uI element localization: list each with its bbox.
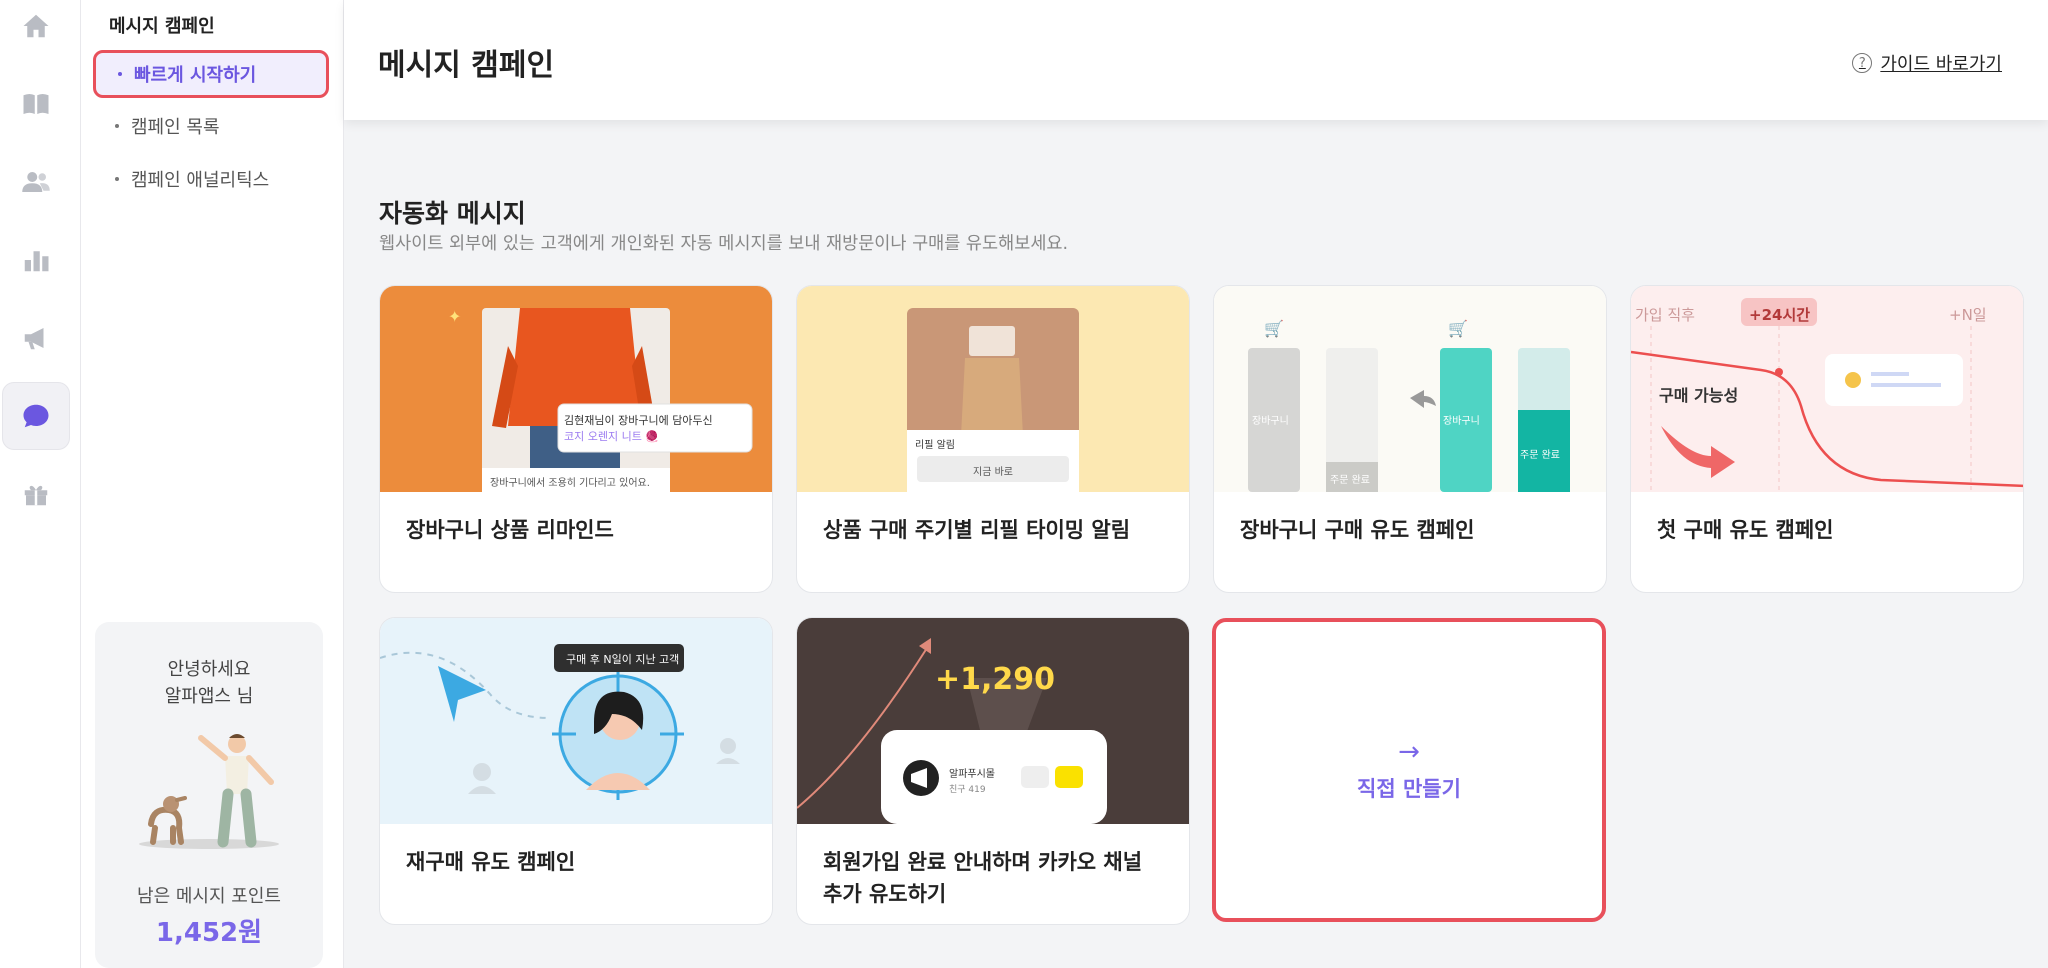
question-circle-icon: ? <box>1852 53 1873 73</box>
person-with-dog-illustration <box>139 734 279 849</box>
create-custom-campaign-button[interactable]: → 직접 만들기 <box>1212 618 1606 922</box>
channel-name: 알파푸시몰 <box>949 769 995 780</box>
arrow-right-icon: → <box>1398 737 1420 767</box>
channel-friends: 친구 419 <box>949 785 986 795</box>
section-description: 웹사이트 외부에 있는 고객에게 개인화된 자동 메시지를 보내 재방문이나 구… <box>379 234 1069 254</box>
card-illustration: 가입 직후 +24시간 +N일 구매 가능성 <box>1631 286 2023 492</box>
secondary-sidebar: 메시지 캠페인 빠르게 시작하기 캠페인 목록 캠페인 애널리틱스 안녕하세요 … <box>81 0 344 968</box>
sidebar-item-label: 캠페인 목록 <box>131 117 220 138</box>
card-label: 상품 구매 주기별 리필 타이밍 알림 <box>823 518 1131 542</box>
bar-chart-icon[interactable] <box>2 226 70 294</box>
notification-text: 리필 알림 <box>915 440 955 451</box>
bullet-icon <box>118 72 122 76</box>
conversion-bars-illustration: 🛒 🛒 <box>1248 319 1570 492</box>
home-icon[interactable] <box>2 0 70 60</box>
bar-label-done: 주문 완료 <box>1330 475 1370 486</box>
bar-label-cart-active: 장바구니 <box>1443 416 1480 427</box>
counter-number: +1,290 <box>935 662 1056 697</box>
card-label: 첫 구매 유도 캠페인 <box>1657 518 1834 542</box>
target-tag: 구매 후 N일이 지난 고객 <box>566 653 680 666</box>
sidebar-item-quick-start[interactable]: 빠르게 시작하기 <box>93 50 329 98</box>
guide-link[interactable]: ? 가이드 바로가기 <box>1852 50 2002 76</box>
sidebar-item-campaign-list[interactable]: 캠페인 목록 <box>93 102 329 150</box>
chat-bubble-icon[interactable] <box>2 382 70 450</box>
bullet-icon <box>115 124 119 128</box>
bar-label-done-active: 주문 완료 <box>1520 450 1560 461</box>
bullet-icon <box>115 177 119 181</box>
card-label: 회원가입 완료 안내하며 카카오 채널 추가 유도하기 <box>823 850 1143 906</box>
card-illustration: 리필 알림 지금 바로 <box>797 286 1189 492</box>
card-illustration: +1,290 알파푸시몰 친구 419 <box>797 618 1189 824</box>
page-title: 메시지 캠페인 <box>378 48 555 83</box>
svg-text:✦: ✦ <box>448 307 461 326</box>
sidebar-item-label: 빠르게 시작하기 <box>134 65 257 86</box>
bar-label-cart: 장바구니 <box>1252 416 1289 427</box>
axis-end-label: +N일 <box>1949 306 1987 324</box>
icon-rail <box>0 0 81 968</box>
notification-button: 지금 바로 <box>973 467 1013 478</box>
card-illustration: ✦ 김현재님이 장바구니에 담아두신 코지 오렌지 니트 🧶 장바구니에서 조용… <box>380 286 772 492</box>
card-label: 장바구니 구매 유도 캠페인 <box>1240 518 1475 542</box>
popup-line2: 코지 오렌지 니트 🧶 <box>564 430 660 443</box>
gift-icon[interactable] <box>2 460 70 528</box>
bottle-product-illustration <box>907 308 1079 492</box>
campaign-card-cart-conversion[interactable]: 🛒 🛒 장바구니 주문 완료 장바구니 주문 완료 장바구니 구매 유도 캠페인 <box>1213 285 1607 593</box>
axis-start-label: 가입 직후 <box>1635 306 1695 324</box>
create-custom-label: 직접 만들기 <box>1357 777 1461 801</box>
campaign-card-first-purchase[interactable]: 가입 직후 +24시간 +N일 구매 가능성 첫 구매 유도 캠페인 <box>1630 285 2024 593</box>
page-header: 메시지 캠페인 ? 가이드 바로가기 <box>344 0 2048 120</box>
card-label: 재구매 유도 캠페인 <box>406 850 576 874</box>
sweater-product-illustration: ✦ <box>448 307 753 492</box>
card-label: 장바구니 상품 리마인드 <box>406 518 614 542</box>
sidebar-item-label: 캠페인 애널리틱스 <box>131 170 270 191</box>
guide-link-label: 가이드 바로가기 <box>1880 54 2002 75</box>
greeting-username: 알파앱스 님 <box>164 686 254 707</box>
campaign-card-refill-alert[interactable]: 리필 알림 지금 바로 상품 구매 주기별 리필 타이밍 알림 <box>796 285 1190 593</box>
section-title: 자동화 메시지 <box>379 199 526 228</box>
book-icon[interactable] <box>2 70 70 138</box>
campaign-card-repurchase[interactable]: 구매 후 N일이 지난 고객 재구매 유도 캠페인 <box>379 617 773 925</box>
campaign-card-cart-remind[interactable]: ✦ 김현재님이 장바구니에 담아두신 코지 오렌지 니트 🧶 장바구니에서 조용… <box>379 285 773 593</box>
megaphone-icon[interactable] <box>2 304 70 372</box>
card-illustration: 구매 후 N일이 지난 고객 <box>380 618 772 824</box>
kakao-channel-illustration <box>797 638 1107 824</box>
axis-mid-label: +24시간 <box>1749 306 1811 324</box>
popup-line1: 김현재님이 장바구니에 담아두신 <box>564 414 713 427</box>
card-illustration: 🛒 🛒 장바구니 주문 완료 장바구니 주문 완료 <box>1214 286 1606 492</box>
points-value: 1,452원 <box>155 918 263 948</box>
points-label: 남은 메시지 포인트 <box>137 886 281 907</box>
curve-label: 구매 가능성 <box>1659 386 1739 405</box>
greeting-hello: 안녕하세요 <box>167 659 251 680</box>
card-caption: 장바구니에서 조용히 기다리고 있어요. <box>490 478 650 489</box>
svg-text:🛒: 🛒 <box>1264 319 1284 338</box>
target-customer-illustration <box>380 644 740 800</box>
sidebar-item-campaign-analytics[interactable]: 캠페인 애널리틱스 <box>93 155 329 203</box>
users-icon[interactable] <box>2 148 70 216</box>
svg-text:🛒: 🛒 <box>1448 319 1468 338</box>
campaign-card-kakao-channel[interactable]: +1,290 알파푸시몰 친구 419 회원가입 완료 안내하며 카카오 채널 … <box>796 617 1190 925</box>
greeting-card: 안녕하세요 알파앱스 님 남은 메시지 포인트 1,452원 <box>95 622 323 968</box>
sidebar-section-title: 메시지 캠페인 <box>109 16 215 37</box>
